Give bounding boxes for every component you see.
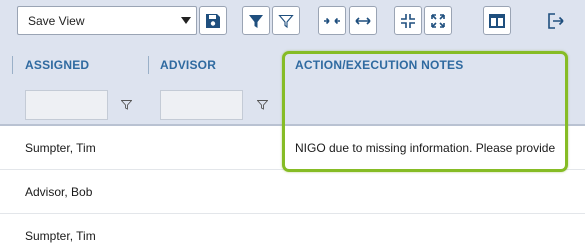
- table-row[interactable]: Sumpter, Tim: [0, 214, 585, 251]
- column-separator: [283, 56, 284, 74]
- filter-outline-icon: [278, 14, 294, 28]
- column-header-notes[interactable]: ACTION/EXECUTION NOTES: [295, 58, 463, 72]
- save-view-select[interactable]: Save View: [17, 6, 197, 35]
- chevron-down-icon: [181, 17, 191, 24]
- filter-filled-icon: [249, 14, 263, 28]
- assigned-cell: Sumpter, Tim: [25, 141, 96, 155]
- filter-outline-icon[interactable]: [121, 100, 132, 110]
- compress-icon: [401, 13, 415, 28]
- save-view-button[interactable]: [199, 6, 227, 35]
- expand-columns-icon: [355, 16, 371, 25]
- expand-columns-button[interactable]: [349, 6, 377, 35]
- save-icon: [206, 13, 220, 28]
- table-row[interactable]: Sumpter, Tim NIGO due to missing informa…: [0, 126, 585, 170]
- column-separator: [148, 56, 149, 74]
- column-separator: [12, 56, 13, 74]
- table-row[interactable]: Advisor, Bob: [0, 170, 585, 214]
- export-button[interactable]: [542, 6, 570, 35]
- collapse-columns-icon: [324, 17, 340, 24]
- assigned-cell: Sumpter, Tim: [25, 229, 96, 243]
- compress-view-button[interactable]: [394, 6, 422, 35]
- table-header: ASSIGNED ADVISOR ACTION/EXECUTION NOTES: [0, 44, 585, 126]
- filter-button[interactable]: [242, 6, 270, 35]
- advisor-filter-input[interactable]: [160, 90, 243, 120]
- collapse-columns-button[interactable]: [318, 6, 346, 35]
- export-icon: [548, 12, 564, 29]
- column-layout-icon: [489, 13, 505, 28]
- toolbar: Save View: [0, 0, 585, 44]
- assigned-filter-input[interactable]: [25, 90, 108, 120]
- assigned-cell: Advisor, Bob: [25, 185, 93, 199]
- notes-cell: NIGO due to missing information. Please …: [295, 141, 556, 155]
- filter-outline-icon[interactable]: [257, 100, 268, 110]
- expand-view-button[interactable]: [424, 6, 452, 35]
- column-header-assigned[interactable]: ASSIGNED: [25, 58, 89, 72]
- column-layout-button[interactable]: [483, 6, 511, 35]
- clear-filter-button[interactable]: [272, 6, 300, 35]
- column-header-advisor[interactable]: ADVISOR: [160, 58, 216, 72]
- expand-icon: [431, 13, 445, 28]
- save-view-select-value: Save View: [28, 13, 85, 28]
